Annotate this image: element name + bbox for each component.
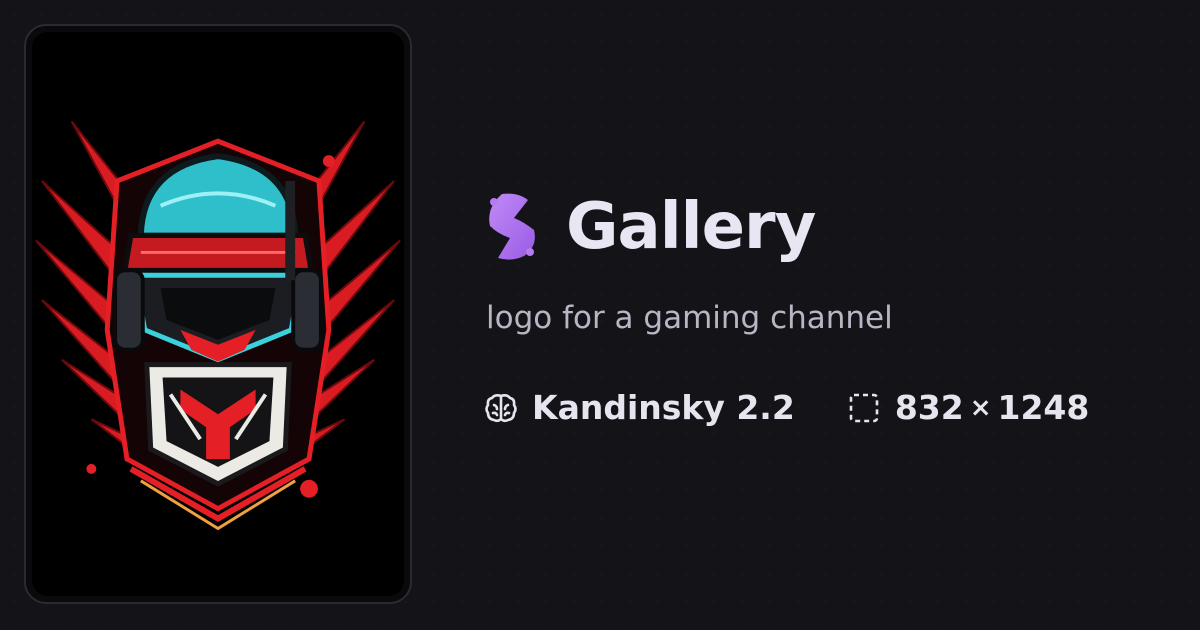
dashed-frame-icon xyxy=(849,393,879,422)
brain-icon xyxy=(485,393,517,422)
dimension-separator: × xyxy=(969,392,992,423)
gaming-logo-artwork xyxy=(32,32,404,596)
headphone-right xyxy=(291,268,323,352)
model-name: Kandinsky 2.2 xyxy=(532,388,795,427)
image-prompt: logo for a gaming channel xyxy=(486,300,893,336)
image-meta: Kandinsky 2.2 832 × 1248 xyxy=(484,388,1089,427)
brand-header: Gallery xyxy=(484,190,816,264)
dimensions-info: 832 × 1248 xyxy=(847,388,1090,427)
gallery-logo-icon xyxy=(489,193,535,260)
model-info: Kandinsky 2.2 xyxy=(484,388,795,427)
headphone-left xyxy=(113,268,145,352)
image-frame xyxy=(32,32,404,596)
brand-title: Gallery xyxy=(566,190,816,264)
image-card[interactable] xyxy=(24,24,412,604)
image-width: 832 xyxy=(894,388,964,427)
image-height: 1248 xyxy=(997,388,1090,427)
